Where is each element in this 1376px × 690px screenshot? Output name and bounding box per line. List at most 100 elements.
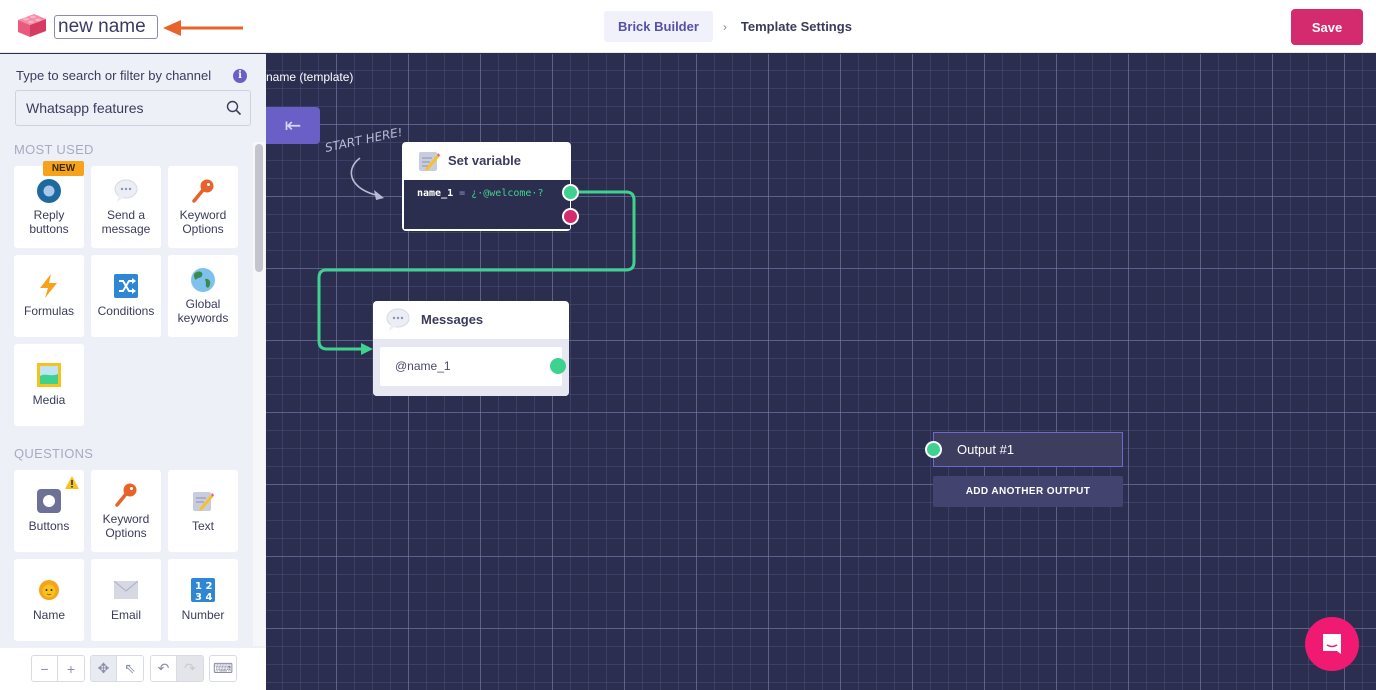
select-tool-button[interactable]: ⇖ [117,656,143,681]
variable-operator: = [459,188,466,199]
redo-button[interactable]: ↷ [177,656,203,681]
tile-label: Buttons [28,519,70,533]
undo-button[interactable]: ↶ [151,656,177,681]
top-bar: Brick Builder › Template Settings Save [0,0,1376,53]
sidebar: Type to search or filter by channel i MO… [0,54,266,690]
person-icon [39,580,59,600]
key-icon [192,179,214,203]
tile-label: Send a message [101,208,151,236]
globe-icon [191,268,215,292]
tile-number[interactable]: 1 23 4 Number [168,559,238,641]
start-here-text: START HERE! [324,128,402,155]
tile-label: Email [110,608,141,622]
tile-keyword-options[interactable]: Keyword Options [168,166,238,248]
chat-launcher-button[interactable] [1305,617,1359,671]
node-title: Set variable [448,153,521,168]
node-messages[interactable]: Messages @name_1 [373,301,569,396]
tile-conditions[interactable]: Conditions [91,255,161,337]
section-most-used: MOST USED [14,142,94,157]
tile-label: Keyword Options [102,512,150,540]
tile-label: Number [181,608,225,622]
undo-icon: ↶ [157,660,170,676]
key-icon [115,483,137,507]
new-badge: NEW [43,161,84,176]
search-label: Type to search or filter by channel [16,68,212,83]
variable-assignment[interactable]: name_1 = ¿·@welcome·? [404,180,570,229]
zoom-out-button[interactable]: − [32,656,58,681]
keyboard-icon: ⌨ [212,660,234,676]
node-set-variable[interactable]: Set variable name_1 = ¿·@welcome·? [402,142,571,231]
chat-icon [1323,634,1341,654]
plus-icon: + [66,660,76,677]
template-name-input[interactable] [54,15,158,39]
output-input-port[interactable] [925,441,942,458]
tile-label: Reply buttons [29,208,69,236]
tile-send-a-message[interactable]: Send a message [91,166,161,248]
collapse-arrow-icon: ⇤ [284,115,302,137]
tile-label: Global keywords [177,297,229,325]
sidebar-scrollbar[interactable] [253,142,265,646]
message-output-port[interactable] [550,358,566,374]
node-title: Messages [421,312,484,327]
save-button[interactable]: Save [1291,9,1363,45]
button-icon [37,489,61,513]
search-input[interactable] [16,91,216,125]
tile-name[interactable]: Name [14,559,84,641]
tile-formulas[interactable]: Formulas [14,255,84,337]
tile-text[interactable]: Text [168,470,238,552]
tile-email[interactable]: Email [91,559,161,641]
info-icon[interactable]: i [233,69,247,83]
tile-keyword-options-question[interactable]: Keyword Options [91,470,161,552]
tile-label: Conditions [97,304,155,318]
message-bubble[interactable]: @name_1 [380,347,562,386]
svg-text:1 2: 1 2 [195,581,212,592]
warning-icon [65,476,79,489]
tile-label: Formulas [23,304,74,318]
move-icon: ✥ [97,660,110,676]
speech-bubble-icon [114,179,138,202]
breadcrumb-separator: › [722,19,727,34]
start-here-annotation: START HERE! [324,128,402,200]
pan-tool-button[interactable]: ✥ [91,656,117,681]
annotation-arrow-icon [163,20,243,36]
output-port-success[interactable] [562,184,579,201]
pencil-memo-icon [419,151,440,171]
output-1-label[interactable]: Output #1 [933,432,1123,467]
section-questions: QUESTIONS [14,446,94,461]
canvas-toolbar: − + ✥ ⇖ ↶ ↷ ⌨ [0,648,266,690]
variable-value: ¿·@welcome·? [471,188,544,199]
tile-label: Name [32,608,65,622]
radio-button-icon [37,179,61,203]
image-icon [37,363,61,387]
cursor-icon: ⇖ [124,660,136,676]
tile-label: Text [191,519,214,533]
tile-label: Media [32,393,66,407]
breadcrumb: Brick Builder › Template Settings [604,11,852,42]
shuffle-icon [114,274,138,298]
tile-global-keywords[interactable]: Global keywords [168,255,238,337]
tile-label: Keyword Options [179,208,227,236]
speech-bubble-icon [386,308,410,331]
keyboard-shortcuts-button[interactable]: ⌨ [210,656,236,681]
collapse-sidebar-button[interactable]: ⇤ [266,107,320,144]
template-title: name (template) [266,70,354,84]
scrollbar-thumb[interactable] [255,144,263,272]
search-box[interactable] [15,90,251,126]
zoom-in-button[interactable]: + [58,656,84,681]
envelope-icon [114,581,138,599]
redo-icon: ↷ [184,660,196,676]
svg-text:3 4: 3 4 [195,592,212,602]
add-another-output-button[interactable]: ADD ANOTHER OUTPUT [933,476,1123,507]
tile-reply-buttons[interactable]: Reply buttons [14,166,84,248]
breadcrumb-template-settings[interactable]: Template Settings [741,19,852,34]
minus-icon: − [40,660,49,677]
output-port-error[interactable] [562,208,579,225]
pencil-memo-icon [193,492,214,511]
brick-logo-icon [18,14,46,37]
variable-name: name_1 [417,188,454,199]
search-icon[interactable] [226,100,242,116]
breadcrumb-brick-builder[interactable]: Brick Builder [604,11,713,42]
lightning-icon [40,274,57,298]
tile-media[interactable]: Media [14,344,84,426]
numbers-icon: 1 23 4 [191,578,215,602]
